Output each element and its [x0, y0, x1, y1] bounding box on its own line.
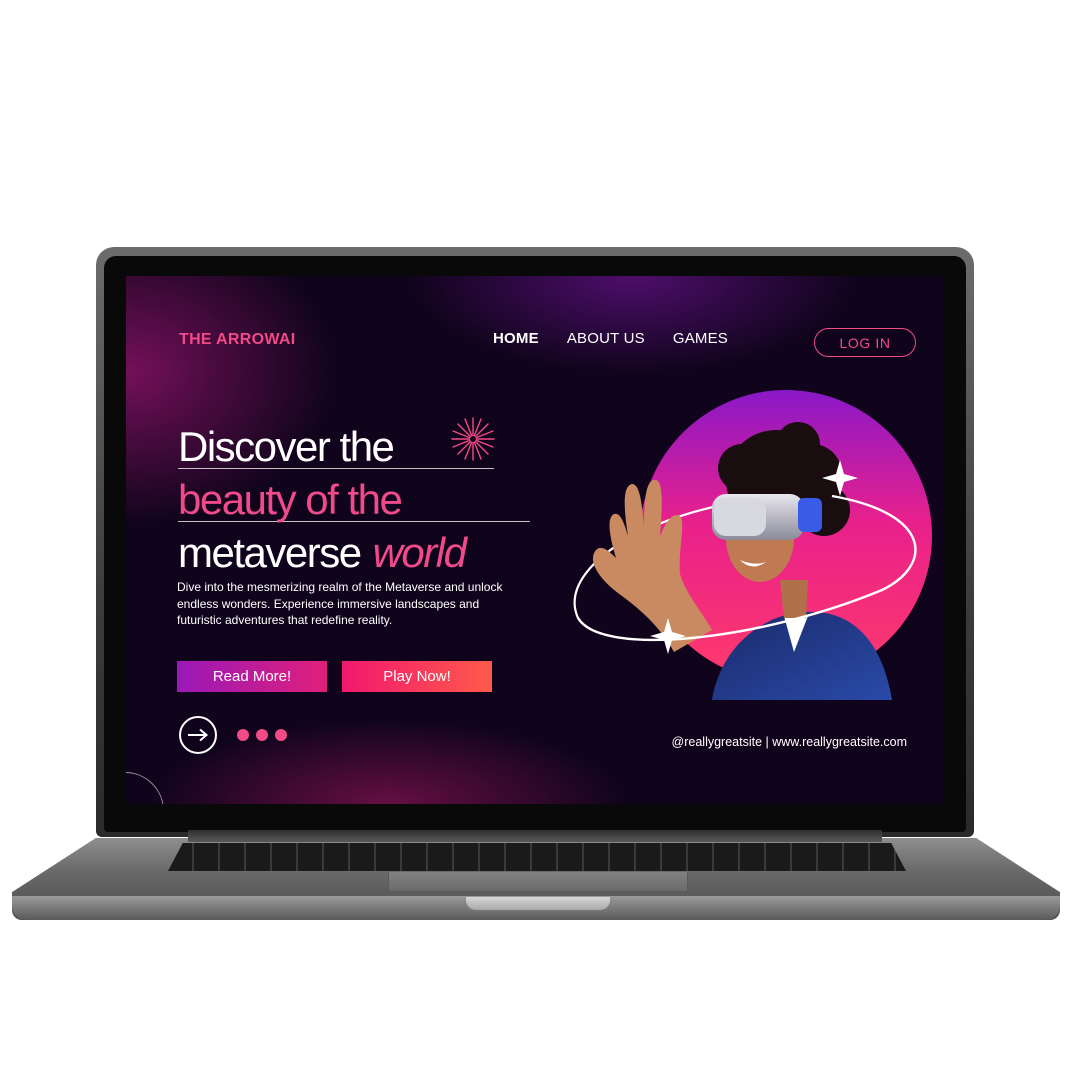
headline-word-metaverse: metaverse	[178, 529, 362, 576]
brand-logo[interactable]: THE ARROWAI	[179, 331, 295, 349]
laptop-keyboard	[168, 843, 906, 871]
login-button[interactable]: LOG IN	[814, 328, 916, 357]
website-screen: THE ARROWAI HOME ABOUT US GAMES LOG IN D…	[126, 276, 944, 804]
arrow-right-icon	[188, 728, 209, 742]
pagination-dots	[237, 729, 287, 741]
headline-word-world: world	[372, 529, 467, 576]
laptop-front-notch	[466, 897, 610, 910]
hero-headline: Discover the beauty of the metaverse wor…	[178, 416, 538, 574]
next-arrow-button[interactable]	[179, 716, 217, 754]
headline-line-2: beauty of the	[178, 476, 403, 523]
nav-item-home[interactable]: HOME	[493, 330, 539, 347]
pagination-dot[interactable]	[256, 729, 268, 741]
laptop-hinge	[188, 830, 882, 842]
read-more-button[interactable]: Read More!	[177, 661, 327, 692]
vr-hero-illustration	[573, 390, 932, 700]
pagination-dot[interactable]	[275, 729, 287, 741]
nav-item-about-us[interactable]: ABOUT US	[567, 330, 645, 347]
footer-contact: @reallygreatsite | www.reallygreatsite.c…	[671, 735, 907, 749]
play-now-button[interactable]: Play Now!	[342, 661, 492, 692]
nav-item-games[interactable]: GAMES	[673, 330, 728, 347]
main-nav: HOME ABOUT US GAMES	[493, 330, 728, 347]
pagination-dot[interactable]	[237, 729, 249, 741]
headline-line-3: metaverse world	[178, 522, 538, 574]
sparkle-icon	[451, 417, 495, 461]
hero-description: Dive into the mesmerizing realm of the M…	[177, 580, 503, 628]
decorative-arc	[126, 772, 164, 804]
laptop-trackpad	[388, 872, 688, 892]
